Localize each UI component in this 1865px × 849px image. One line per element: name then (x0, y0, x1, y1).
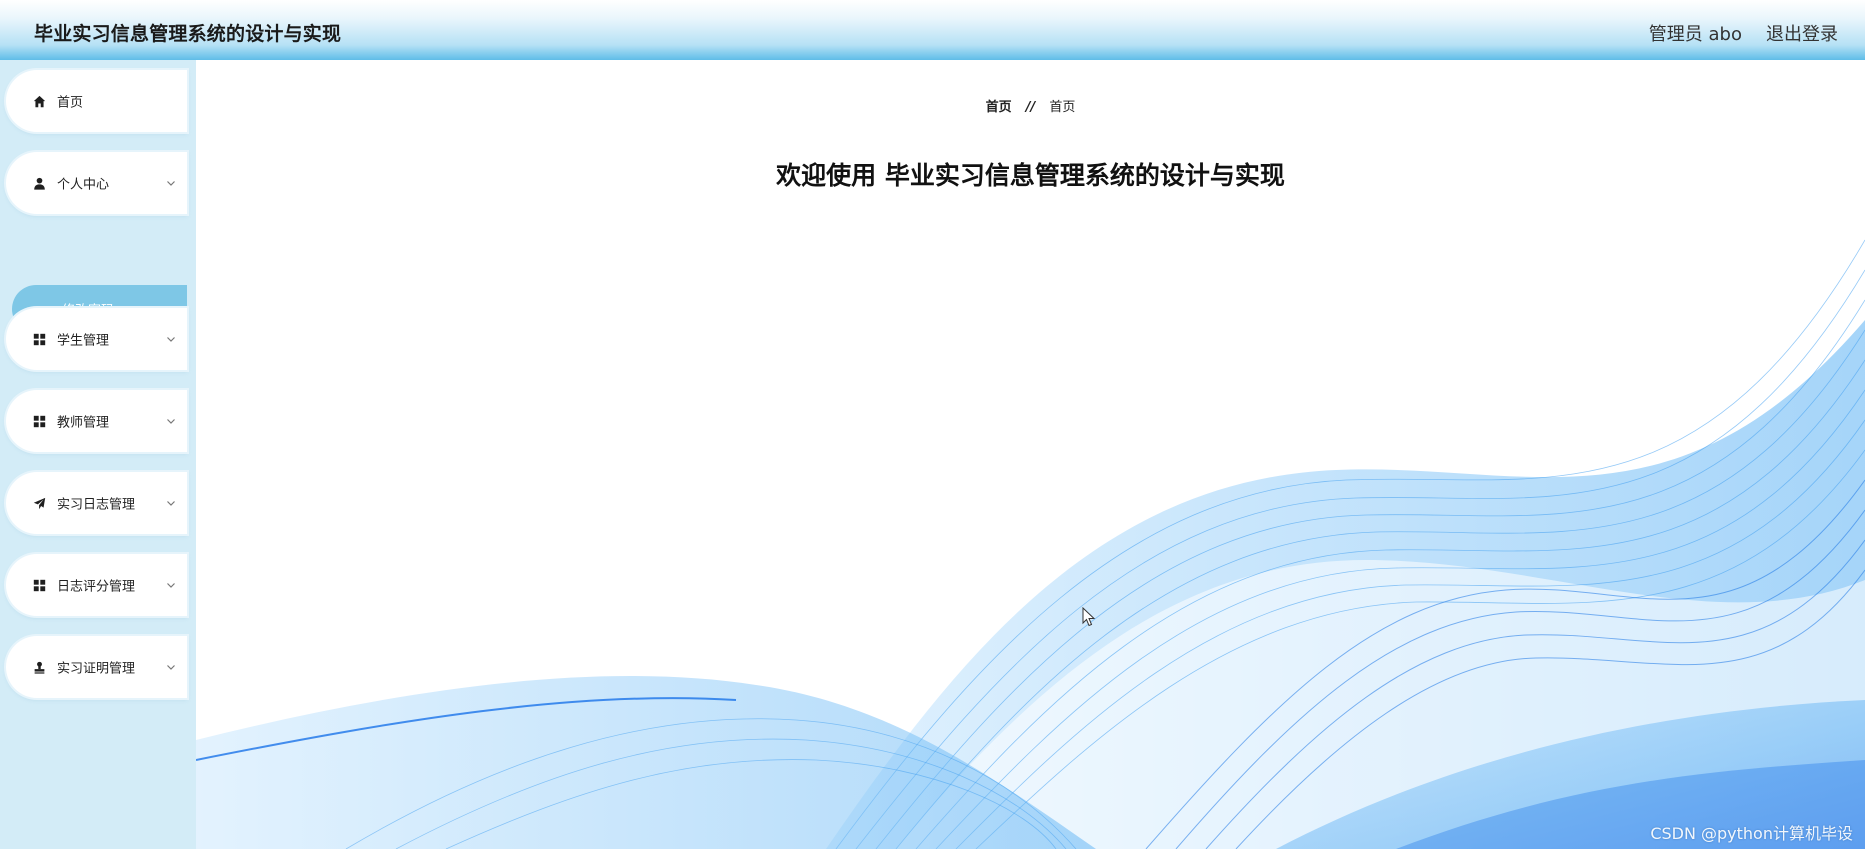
sidebar-item-student-management[interactable]: 学生管理 (6, 308, 187, 370)
chevron-down-icon (167, 583, 175, 588)
breadcrumb: 首页 // 首页 (196, 96, 1865, 115)
sidebar-item-teacher-management[interactable]: 教师管理 (6, 390, 187, 452)
sidebar-item-label: 教师管理 (57, 415, 110, 431)
sidebar: 首页 个人中心 修改密码 学生管理 教师管理 实习日志管理 (0, 60, 196, 849)
sidebar-item-personal-center[interactable]: 个人中心 (6, 152, 187, 214)
sidebar-item-home[interactable]: 首页 (6, 70, 187, 132)
stamp-icon (32, 660, 46, 674)
chevron-down-icon (167, 337, 175, 342)
chevron-down-icon (167, 501, 175, 506)
sidebar-item-label: 日志评分管理 (57, 579, 136, 595)
watermark-text: CSDN @python计算机毕设 (1650, 824, 1853, 843)
sidebar-item-log-score-management[interactable]: 日志评分管理 (6, 554, 187, 616)
user-area: 管理员 abo 退出登录 (1649, 20, 1838, 46)
grid-icon (32, 332, 46, 346)
sidebar-item-label: 个人中心 (57, 177, 110, 193)
sidebar-item-label: 首页 (57, 95, 84, 111)
user-icon (32, 176, 46, 190)
sidebar-item-internship-certificate-management[interactable]: 实习证明管理 (6, 636, 187, 698)
logout-button[interactable]: 退出登录 (1766, 20, 1838, 46)
send-icon (32, 496, 46, 510)
sidebar-item-label: 学生管理 (57, 333, 110, 349)
sidebar-item-label: 实习日志管理 (57, 497, 136, 513)
chevron-down-icon (167, 419, 175, 424)
chevron-down-icon (167, 665, 175, 670)
main-content: 首页 // 首页 欢迎使用 毕业实习信息管理系统的设计与实现 CSDN @pyt… (196, 60, 1865, 849)
app-title: 毕业实习信息管理系统的设计与实现 (34, 23, 342, 45)
breadcrumb-current: 首页 (1049, 100, 1076, 115)
sidebar-item-internship-log-management[interactable]: 实习日志管理 (6, 472, 187, 534)
breadcrumb-home-link[interactable]: 首页 (986, 100, 1012, 115)
sidebar-item-label: 实习证明管理 (57, 661, 136, 677)
grid-icon (32, 578, 46, 592)
current-user-label: 管理员 abo (1648, 24, 1742, 45)
mouse-cursor-icon (1082, 607, 1096, 627)
welcome-heading: 欢迎使用 毕业实习信息管理系统的设计与实现 (776, 161, 1285, 190)
home-icon (32, 94, 46, 108)
chevron-down-icon (167, 181, 175, 186)
breadcrumb-separator: // (1025, 100, 1036, 115)
top-header: 毕业实习信息管理系统的设计与实现 管理员 abo 退出登录 (0, 0, 1865, 60)
grid-icon (32, 414, 46, 428)
